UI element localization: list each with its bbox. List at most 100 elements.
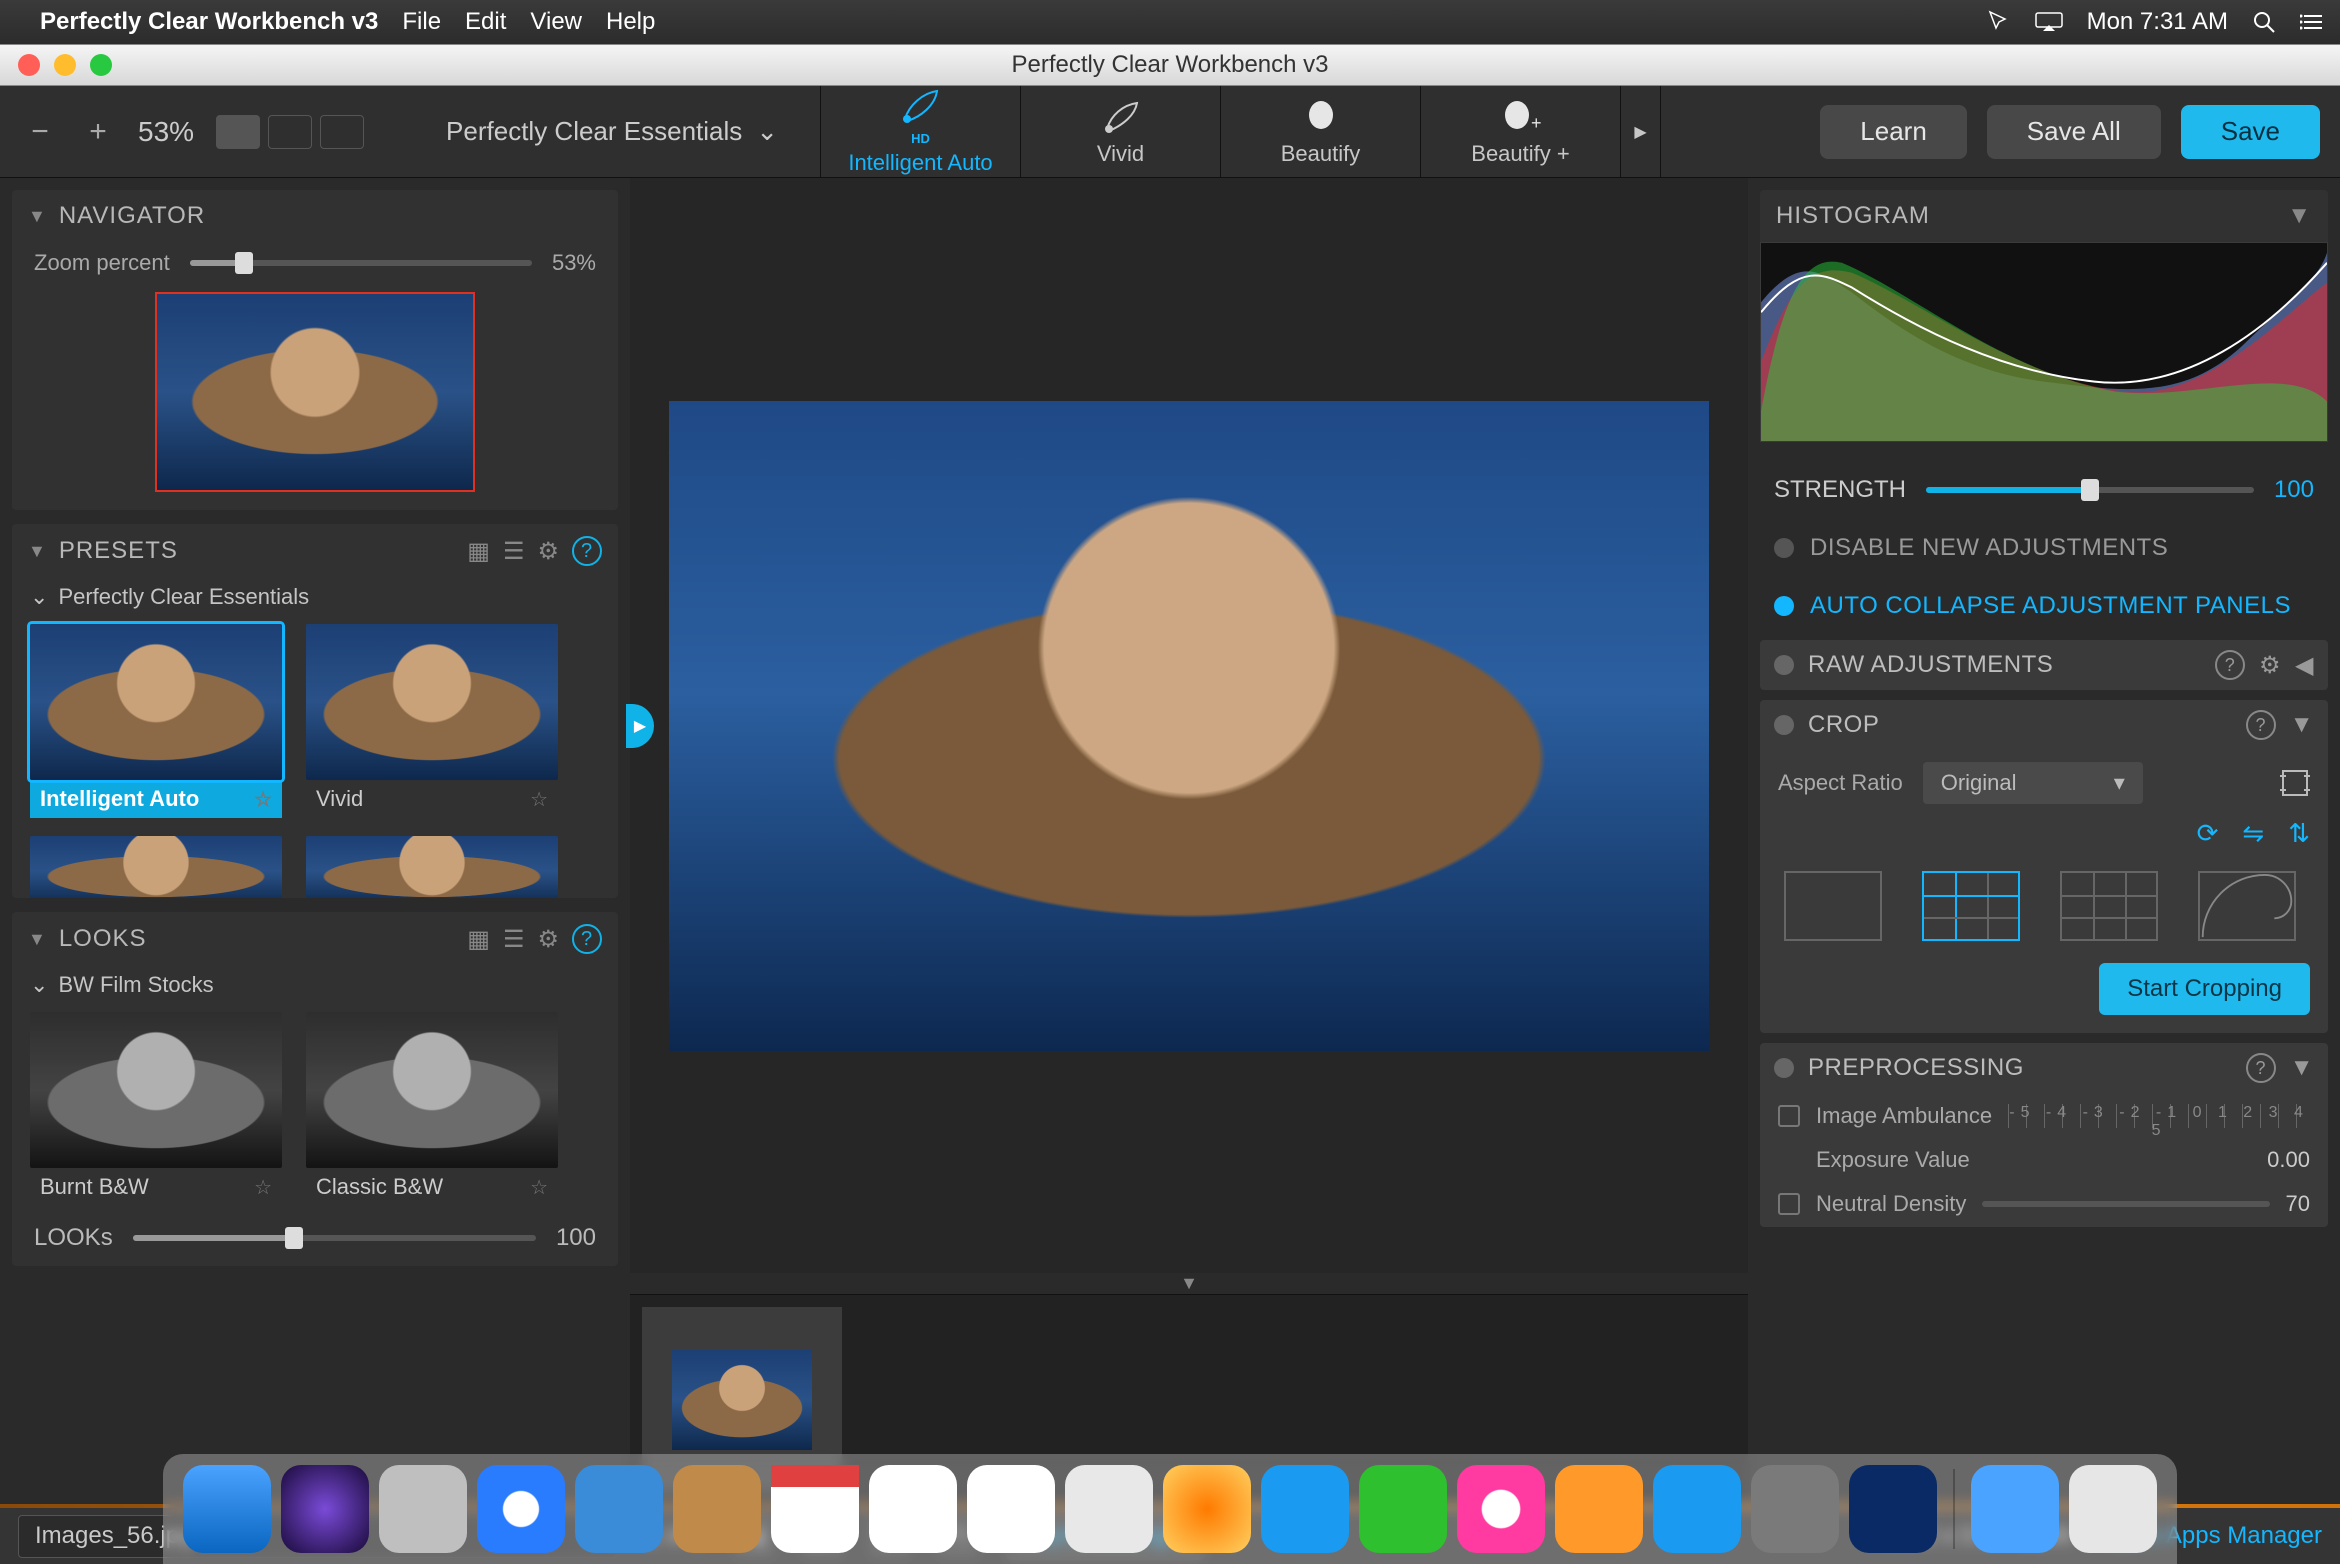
tab-beautify-plus[interactable]: + Beautify + — [1421, 86, 1621, 177]
app-name[interactable]: Perfectly Clear Workbench v3 — [40, 8, 378, 36]
zoom-slider[interactable] — [190, 260, 532, 266]
gear-icon[interactable]: ⚙ — [537, 537, 560, 566]
help-icon[interactable]: ? — [2246, 1053, 2276, 1083]
crop-frame-icon[interactable] — [2280, 768, 2310, 798]
airplay-icon[interactable] — [2035, 12, 2063, 32]
help-icon[interactable]: ? — [2215, 650, 2245, 680]
tab-vivid[interactable]: Vivid — [1021, 86, 1221, 177]
grid-view-icon[interactable]: ▦ — [467, 925, 491, 954]
help-icon[interactable]: ? — [572, 924, 602, 954]
dock-safari-icon[interactable] — [477, 1465, 565, 1553]
tab-beautify[interactable]: Beautify — [1221, 86, 1421, 177]
save-all-button[interactable]: Save All — [1987, 105, 2161, 159]
strength-slider[interactable] — [1926, 487, 2254, 493]
collapse-left-icon[interactable]: ◀ — [2295, 651, 2314, 680]
looks-strength-slider[interactable] — [133, 1235, 536, 1241]
close-window-button[interactable] — [18, 54, 40, 76]
collapse-icon[interactable]: ▼ — [28, 929, 47, 950]
cursor-icon[interactable] — [1987, 10, 2011, 34]
gear-icon[interactable]: ⚙ — [537, 925, 560, 954]
menu-view[interactable]: View — [530, 8, 582, 36]
tab-intelligent-auto[interactable]: HD Intelligent Auto — [821, 86, 1021, 177]
save-button[interactable]: Save — [2181, 105, 2320, 159]
auto-collapse-panels-toggle[interactable]: AUTO COLLAPSE ADJUSTMENT PANELS — [1760, 582, 2328, 630]
essentials-dropdown[interactable]: Perfectly Clear Essentials ⌄ — [446, 116, 778, 147]
preset-item-partial[interactable] — [306, 836, 558, 888]
learn-button[interactable]: Learn — [1820, 105, 1967, 159]
preset-item-partial[interactable] — [30, 836, 282, 888]
star-icon[interactable]: ☆ — [254, 1175, 272, 1200]
dock-trash-icon[interactable] — [2069, 1465, 2157, 1553]
dock-maps-icon[interactable] — [1065, 1465, 1153, 1553]
star-icon[interactable]: ☆ — [530, 787, 548, 812]
dock-mail-icon[interactable] — [575, 1465, 663, 1553]
dock-contacts-icon[interactable] — [673, 1465, 761, 1553]
dock-facetime-icon[interactable] — [1359, 1465, 1447, 1553]
menu-edit[interactable]: Edit — [465, 8, 506, 36]
minimize-window-button[interactable] — [54, 54, 76, 76]
crop-grid-thirds[interactable] — [1922, 871, 2020, 941]
looks-group-header[interactable]: ⌄ BW Film Stocks — [12, 966, 618, 1004]
rotate-icon[interactable]: ⟳ — [2197, 818, 2219, 849]
fullscreen-window-button[interactable] — [90, 54, 112, 76]
dock-siri-icon[interactable] — [281, 1465, 369, 1553]
dock-messages-icon[interactable] — [1261, 1465, 1349, 1553]
flip-vertical-icon[interactable]: ⇅ — [2288, 818, 2310, 849]
filmstrip-collapse-handle[interactable]: ▼ — [630, 1273, 1748, 1294]
menu-list-icon[interactable] — [2300, 10, 2324, 34]
dock-itunes-icon[interactable] — [1457, 1465, 1545, 1553]
look-burnt-bw[interactable]: Burnt B&W☆ — [30, 1012, 282, 1206]
image-canvas[interactable]: ▶ — [630, 178, 1748, 1273]
dock-downloads-icon[interactable] — [1971, 1465, 2059, 1553]
dock-finder-icon[interactable] — [183, 1465, 271, 1553]
crop-grid-thirds-alt[interactable] — [2060, 871, 2158, 941]
menubar-clock[interactable]: Mon 7:31 AM — [2087, 8, 2228, 36]
help-icon[interactable]: ? — [572, 536, 602, 566]
navigator-thumbnail[interactable] — [155, 292, 475, 492]
spotlight-icon[interactable] — [2252, 10, 2276, 34]
dock-photos-icon[interactable] — [1163, 1465, 1251, 1553]
dock-ibooks-icon[interactable] — [1555, 1465, 1643, 1553]
dock-notes-icon[interactable] — [869, 1465, 957, 1553]
collapse-icon[interactable]: ▼ — [2290, 1054, 2314, 1082]
zoom-in-button[interactable]: + — [80, 114, 116, 150]
tabs-scroll-right[interactable]: ▶ — [1621, 86, 1661, 177]
crop-grid-golden[interactable] — [2198, 871, 2296, 941]
neutral-density-checkbox[interactable] — [1778, 1193, 1800, 1215]
dock-reminders-icon[interactable] — [967, 1465, 1055, 1553]
crop-grid-none[interactable] — [1784, 871, 1882, 941]
dock-appstore-icon[interactable] — [1653, 1465, 1741, 1553]
window-titlebar[interactable]: Perfectly Clear Workbench v3 — [0, 44, 2340, 86]
raw-adjustments-section[interactable]: RAW ADJUSTMENTS ?⚙◀ — [1760, 640, 2328, 690]
star-icon[interactable]: ☆ — [530, 1175, 548, 1200]
dock-calendar-icon[interactable] — [771, 1465, 859, 1553]
disable-new-adjustments-toggle[interactable]: DISABLE NEW ADJUSTMENTS — [1760, 524, 2328, 572]
zoom-out-button[interactable]: − — [22, 114, 58, 150]
dock-launchpad-icon[interactable] — [379, 1465, 467, 1553]
before-after-handle[interactable]: ▶ — [626, 704, 654, 748]
collapse-icon[interactable]: ▼ — [2287, 202, 2312, 230]
view-split-h-button[interactable] — [320, 115, 364, 149]
gear-icon[interactable]: ⚙ — [2259, 651, 2281, 680]
start-cropping-button[interactable]: Start Cropping — [2099, 963, 2310, 1015]
dock-settings-icon[interactable] — [1751, 1465, 1839, 1553]
preset-group-header[interactable]: ⌄ Perfectly Clear Essentials — [12, 578, 618, 616]
grid-view-icon[interactable]: ▦ — [467, 537, 491, 566]
view-single-button[interactable] — [216, 115, 260, 149]
preset-intelligent-auto[interactable]: Intelligent Auto☆ — [30, 624, 282, 818]
image-ambulance-checkbox[interactable] — [1778, 1105, 1800, 1127]
menu-file[interactable]: File — [402, 8, 441, 36]
flip-horizontal-icon[interactable]: ⇋ — [2242, 818, 2264, 849]
collapse-icon[interactable]: ▼ — [28, 206, 47, 227]
list-view-icon[interactable]: ☰ — [503, 925, 526, 954]
aspect-ratio-dropdown[interactable]: Original ▾ — [1923, 762, 2143, 804]
view-split-v-button[interactable] — [268, 115, 312, 149]
menu-help[interactable]: Help — [606, 8, 655, 36]
help-icon[interactable]: ? — [2246, 710, 2276, 740]
neutral-density-slider[interactable] — [1982, 1201, 2269, 1207]
preset-vivid[interactable]: Vivid☆ — [306, 624, 558, 818]
collapse-icon[interactable]: ▼ — [2290, 711, 2314, 739]
collapse-icon[interactable]: ▼ — [28, 541, 47, 562]
star-icon[interactable]: ☆ — [254, 787, 272, 812]
look-classic-bw[interactable]: Classic B&W☆ — [306, 1012, 558, 1206]
